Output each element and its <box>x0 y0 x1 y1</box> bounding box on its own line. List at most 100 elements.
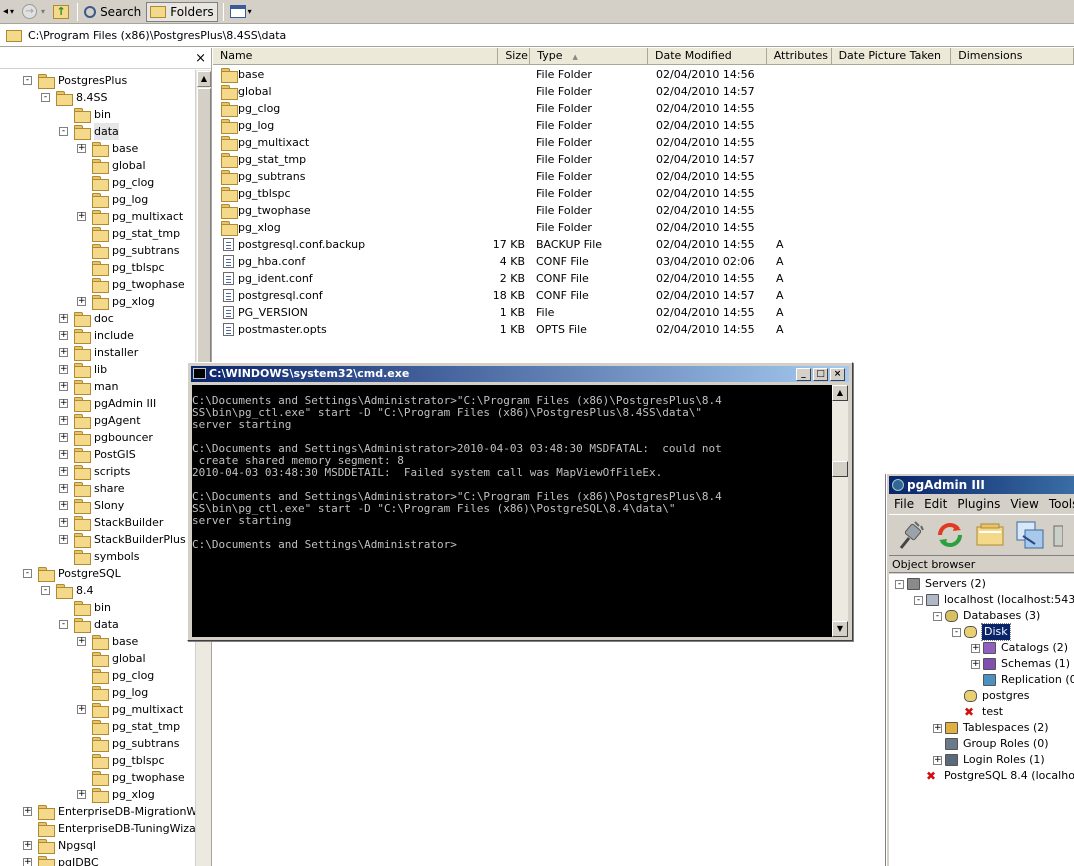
expand-icon[interactable]: + <box>77 144 86 153</box>
tree-item[interactable]: - 8.4SS <box>0 89 195 106</box>
tree-item[interactable]: - PostgresPlus <box>0 72 195 89</box>
tree-item[interactable]: + pgbouncer <box>0 429 195 446</box>
refresh-button[interactable] <box>933 518 967 552</box>
file-row[interactable]: postgresql.conf 18 KB CONF File 02/04/2010 … <box>213 287 1074 304</box>
expand-icon[interactable]: + <box>59 467 68 476</box>
object-tree-item[interactable]: Group Roles (0) <box>889 736 1074 752</box>
tree-item[interactable]: - data <box>0 616 195 633</box>
tree-item[interactable]: bin <box>0 599 195 616</box>
tree-item[interactable]: + pg_xlog <box>0 786 195 803</box>
expand-icon[interactable]: + <box>59 484 68 493</box>
file-row[interactable]: pg_xlog File Folder 02/04/2010 14:55 <box>213 219 1074 236</box>
close-button[interactable]: × <box>830 368 845 381</box>
tree-item[interactable]: + pg_xlog <box>0 293 195 310</box>
tree-item[interactable]: pg_stat_tmp <box>0 225 195 242</box>
views-button[interactable]: ▾ <box>227 2 255 22</box>
tree-item[interactable]: - PostgreSQL <box>0 565 195 582</box>
tree-item[interactable]: pg_tblspc <box>0 752 195 769</box>
expand-icon[interactable]: + <box>59 501 68 510</box>
expand-icon[interactable]: + <box>933 724 942 733</box>
object-tree-item[interactable]: postgres <box>889 688 1074 704</box>
object-tree-item[interactable]: - Servers (2) <box>889 576 1074 592</box>
column-header[interactable]: Attributes <box>767 48 832 65</box>
cmd-title-bar[interactable]: C:\WINDOWS\system32\cmd.exe _ □ × <box>191 366 849 382</box>
collapse-icon[interactable]: - <box>41 93 50 102</box>
tree-item[interactable]: symbols <box>0 548 195 565</box>
tree-item[interactable]: + include <box>0 327 195 344</box>
tree-item[interactable]: + PostGIS <box>0 446 195 463</box>
file-row[interactable]: postmaster.opts 1 KB OPTS File 02/04/2010 1… <box>213 321 1074 338</box>
expand-icon[interactable]: + <box>23 858 32 866</box>
expand-icon[interactable]: + <box>77 212 86 221</box>
expand-icon[interactable]: + <box>23 807 32 816</box>
scroll-down-icon[interactable]: ▼ <box>832 621 848 637</box>
tree-item[interactable]: + pgAdmin III <box>0 395 195 412</box>
tree-item[interactable]: + base <box>0 140 195 157</box>
console-scrollbar[interactable]: ▲ ▼ <box>832 385 848 637</box>
expand-icon[interactable]: + <box>77 705 86 714</box>
menu-view[interactable]: View <box>1005 495 1043 513</box>
expand-icon[interactable]: + <box>971 644 980 653</box>
close-folders-icon[interactable]: × <box>195 51 206 66</box>
pgadmin-title-bar[interactable]: pgAdmin III <box>889 476 1074 494</box>
tree-item[interactable]: pg_log <box>0 684 195 701</box>
column-header[interactable]: Date Modified <box>648 48 767 65</box>
expand-icon[interactable]: + <box>59 365 68 374</box>
console-output[interactable]: C:\Documents and Settings\Administrator>… <box>192 385 832 637</box>
tree-item[interactable]: + pg_multixact <box>0 208 195 225</box>
file-row[interactable]: global File Folder 02/04/2010 14:57 <box>213 83 1074 100</box>
file-row[interactable]: pg_twophase File Folder 02/04/2010 14:55 <box>213 202 1074 219</box>
tree-item[interactable]: pg_subtrans <box>0 242 195 259</box>
column-header[interactable]: Dimensions <box>951 48 1074 65</box>
forward-button[interactable]: → ▾ <box>19 2 48 22</box>
file-row[interactable]: pg_log File Folder 02/04/2010 14:55 <box>213 117 1074 134</box>
collapse-icon[interactable]: - <box>952 628 961 637</box>
expand-icon[interactable]: + <box>59 314 68 323</box>
collapse-icon[interactable]: - <box>914 596 923 605</box>
object-tree-item[interactable]: ✖ PostgreSQL 8.4 (localhost:543 <box>889 768 1074 784</box>
expand-icon[interactable]: + <box>59 433 68 442</box>
tree-item[interactable]: pg_twophase <box>0 769 195 786</box>
properties-button[interactable] <box>973 518 1007 552</box>
back-button[interactable]: ◂ ▾ <box>0 2 17 22</box>
expand-icon[interactable]: + <box>59 518 68 527</box>
object-tree-item[interactable]: Replication (0) <box>889 672 1074 688</box>
collapse-icon[interactable]: - <box>23 76 32 85</box>
tree-item[interactable]: bin <box>0 106 195 123</box>
file-row[interactable]: pg_ident.conf 2 KB CONF File 02/04/2010 14:… <box>213 270 1074 287</box>
collapse-icon[interactable]: - <box>23 569 32 578</box>
search-button[interactable]: Search <box>81 2 144 22</box>
tree-item[interactable]: - data <box>0 123 195 140</box>
file-row[interactable]: PG_VERSION 1 KB File 02/04/2010 14:55 A <box>213 304 1074 321</box>
tree-item[interactable]: EnterpriseDB-TuningWiza <box>0 820 196 837</box>
address-bar[interactable]: C:\Program Files (x86)\PostgresPlus\8.4S… <box>0 25 1074 47</box>
file-row[interactable]: base File Folder 02/04/2010 14:56 <box>213 66 1074 83</box>
collapse-icon[interactable]: - <box>59 620 68 629</box>
tree-item[interactable]: global <box>0 650 195 667</box>
expand-icon[interactable]: + <box>59 416 68 425</box>
collapse-icon[interactable]: - <box>41 586 50 595</box>
tree-item[interactable]: + lib <box>0 361 195 378</box>
object-tree-item[interactable]: + Schemas (1) <box>889 656 1074 672</box>
expand-icon[interactable]: + <box>59 535 68 544</box>
expand-icon[interactable]: + <box>77 297 86 306</box>
tree-item[interactable]: + man <box>0 378 195 395</box>
tree-item[interactable]: pg_stat_tmp <box>0 718 195 735</box>
tree-item[interactable]: + StackBuilder <box>0 514 195 531</box>
file-row[interactable]: pg_stat_tmp File Folder 02/04/2010 14:57 <box>213 151 1074 168</box>
scroll-up-icon[interactable]: ▲ <box>197 71 211 87</box>
object-tree-item[interactable]: ✖ test <box>889 704 1074 720</box>
tree-item[interactable]: global <box>0 157 195 174</box>
tree-item[interactable]: pg_clog <box>0 174 195 191</box>
connect-button[interactable] <box>893 518 927 552</box>
expand-icon[interactable]: + <box>59 382 68 391</box>
expand-icon[interactable]: + <box>23 841 32 850</box>
expand-icon[interactable]: + <box>59 399 68 408</box>
tree-item[interactable]: + EnterpriseDB-MigrationW <box>0 803 197 820</box>
tree-item[interactable]: pg_subtrans <box>0 735 195 752</box>
cmd-window[interactable]: C:\WINDOWS\system32\cmd.exe _ □ × C:\Doc… <box>187 362 853 641</box>
menu-tools[interactable]: Tools <box>1044 495 1074 513</box>
tree-item[interactable]: pg_log <box>0 191 195 208</box>
maximize-button[interactable]: □ <box>813 368 828 381</box>
tree-item[interactable]: + pg_multixact <box>0 701 195 718</box>
